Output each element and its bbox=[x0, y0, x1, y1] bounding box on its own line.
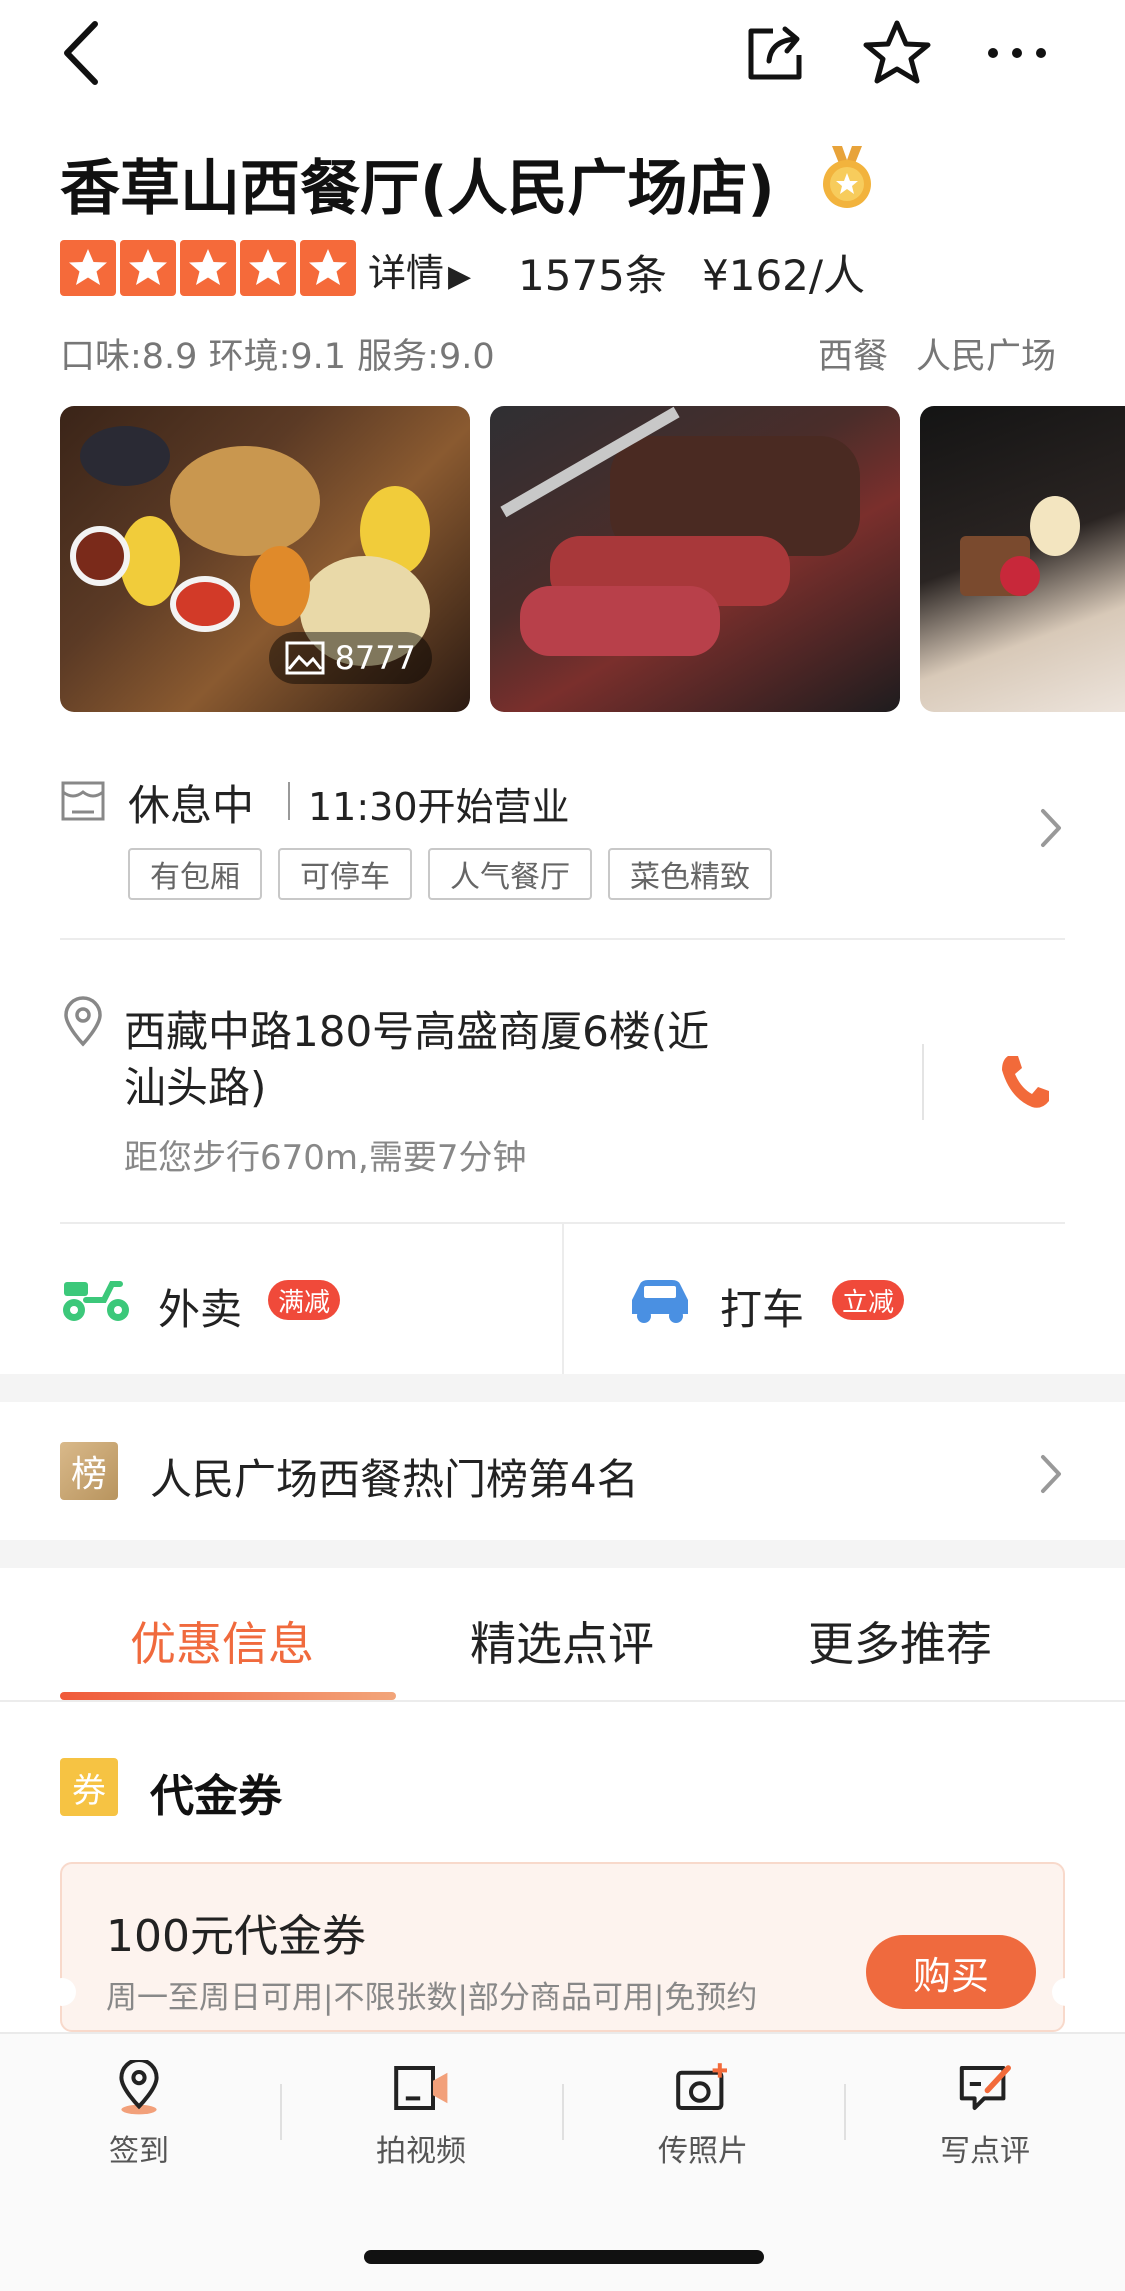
address-line-2[interactable]: 汕头路) bbox=[124, 1054, 266, 1115]
vertical-divider bbox=[922, 1044, 924, 1120]
favorite-star-icon[interactable] bbox=[862, 18, 932, 88]
review-count[interactable]: 1575条 bbox=[518, 242, 667, 303]
feature-tag: 人气餐厅 bbox=[428, 848, 592, 900]
upload-photo-button[interactable]: 传照片 bbox=[613, 2060, 793, 2170]
divider bbox=[60, 938, 1065, 940]
star-icon bbox=[120, 240, 176, 296]
opening-time: 11:30开始营业 bbox=[308, 785, 570, 829]
coupon-notch bbox=[48, 1978, 76, 2006]
section-gap bbox=[0, 1374, 1125, 1402]
photo-desserts[interactable] bbox=[920, 406, 1125, 712]
vertical-divider bbox=[562, 2084, 564, 2140]
tab-deals[interactable]: 优惠信息 bbox=[130, 1608, 314, 1674]
video-icon bbox=[394, 2066, 448, 2110]
address-line-1[interactable]: 西藏中路180号高盛商厦6楼(近 bbox=[124, 998, 709, 1059]
tab-reviews[interactable]: 精选点评 bbox=[470, 1608, 654, 1674]
star-icon bbox=[240, 240, 296, 296]
shoot-video-label: 拍视频 bbox=[376, 2134, 466, 2169]
coupon-notch bbox=[1052, 1978, 1080, 2006]
checkin-button[interactable]: 签到 bbox=[49, 2060, 229, 2170]
photo-count-badge: 8777 bbox=[268, 632, 432, 684]
takeout-label[interactable]: 外卖 bbox=[158, 1276, 242, 1337]
write-review-icon bbox=[959, 2065, 1011, 2110]
camera-plus-icon bbox=[676, 2063, 727, 2110]
home-indicator bbox=[364, 2250, 764, 2264]
medal-icon bbox=[820, 146, 874, 210]
buy-button[interactable]: 购买 bbox=[866, 1935, 1036, 2009]
scooter-icon[interactable] bbox=[60, 1276, 132, 1328]
more-icon[interactable] bbox=[982, 18, 1052, 88]
star-icon bbox=[180, 240, 236, 296]
write-review-button[interactable]: 写点评 bbox=[895, 2060, 1075, 2170]
coupon-icon: 券 bbox=[60, 1758, 118, 1816]
coupon-section-title: 代金券 bbox=[150, 1771, 282, 1822]
checkin-label: 签到 bbox=[109, 2134, 169, 2169]
image-icon bbox=[285, 641, 325, 675]
top-bar bbox=[0, 0, 1125, 120]
active-tab-indicator bbox=[60, 1692, 396, 1700]
taxi-label[interactable]: 打车 bbox=[720, 1276, 804, 1337]
phone-icon[interactable] bbox=[998, 1052, 1052, 1116]
write-review-label: 写点评 bbox=[940, 2134, 1030, 2169]
photo-count-value: 8777 bbox=[334, 639, 416, 677]
hours-status: 休息中 bbox=[128, 781, 255, 830]
ranking-text[interactable]: 人民广场西餐热门榜第4名 bbox=[150, 1446, 639, 1507]
triangle-right-icon: ▶ bbox=[448, 259, 472, 294]
price-per-person: ¥162/人 bbox=[702, 251, 866, 300]
feature-tag: 有包厢 bbox=[128, 848, 262, 900]
star-icon bbox=[60, 240, 116, 296]
coupon-description: 周一至周日可用|不限张数|部分商品可用|免预约 bbox=[106, 1980, 758, 2016]
ranking-icon: 榜 bbox=[60, 1442, 118, 1500]
area-label[interactable]: 人民广场 bbox=[916, 328, 1056, 379]
section-gap bbox=[0, 1540, 1125, 1568]
sub-scores: 口味:8.9 环境:9.1 服务:9.0 bbox=[60, 337, 495, 377]
detail-link-label: 详情 bbox=[368, 251, 445, 295]
share-icon[interactable] bbox=[740, 18, 810, 88]
car-icon[interactable] bbox=[626, 1274, 694, 1328]
takeout-promo-badge: 满减 bbox=[268, 1280, 341, 1320]
shoot-video-button[interactable]: 拍视频 bbox=[331, 2060, 511, 2170]
upload-photo-label: 传照片 bbox=[658, 2134, 748, 2169]
vertical-divider bbox=[844, 2084, 846, 2140]
photo-steak[interactable] bbox=[490, 406, 900, 712]
coupon-title: 100元代金券 bbox=[106, 1911, 366, 1962]
detail-link[interactable]: 详情 ▶ bbox=[368, 242, 471, 297]
checkin-pin-icon bbox=[119, 2060, 159, 2115]
shop-hours-icon bbox=[60, 778, 106, 824]
shop-title: 香草山西餐厅(人民广场店) bbox=[60, 154, 775, 224]
hours-separator bbox=[288, 782, 290, 820]
vertical-divider bbox=[280, 2084, 282, 2140]
photo-seafood-platter[interactable]: 8777 bbox=[60, 406, 470, 712]
back-icon[interactable] bbox=[46, 18, 116, 88]
star-icon bbox=[300, 240, 356, 296]
vertical-divider bbox=[562, 1224, 564, 1374]
category-label[interactable]: 西餐 bbox=[818, 328, 888, 379]
walking-distance: 距您步行670m,需要7分钟 bbox=[124, 1138, 527, 1178]
feature-tag: 可停车 bbox=[278, 848, 412, 900]
taxi-promo-badge: 立减 bbox=[832, 1280, 905, 1320]
location-pin-icon bbox=[62, 996, 104, 1052]
tab-more-recommendations[interactable]: 更多推荐 bbox=[808, 1608, 992, 1674]
chevron-right-icon[interactable] bbox=[1040, 1454, 1062, 1498]
feature-tag: 菜色精致 bbox=[608, 848, 772, 900]
chevron-right-icon[interactable] bbox=[1040, 808, 1062, 852]
tab-bar-border bbox=[0, 1700, 1125, 1702]
